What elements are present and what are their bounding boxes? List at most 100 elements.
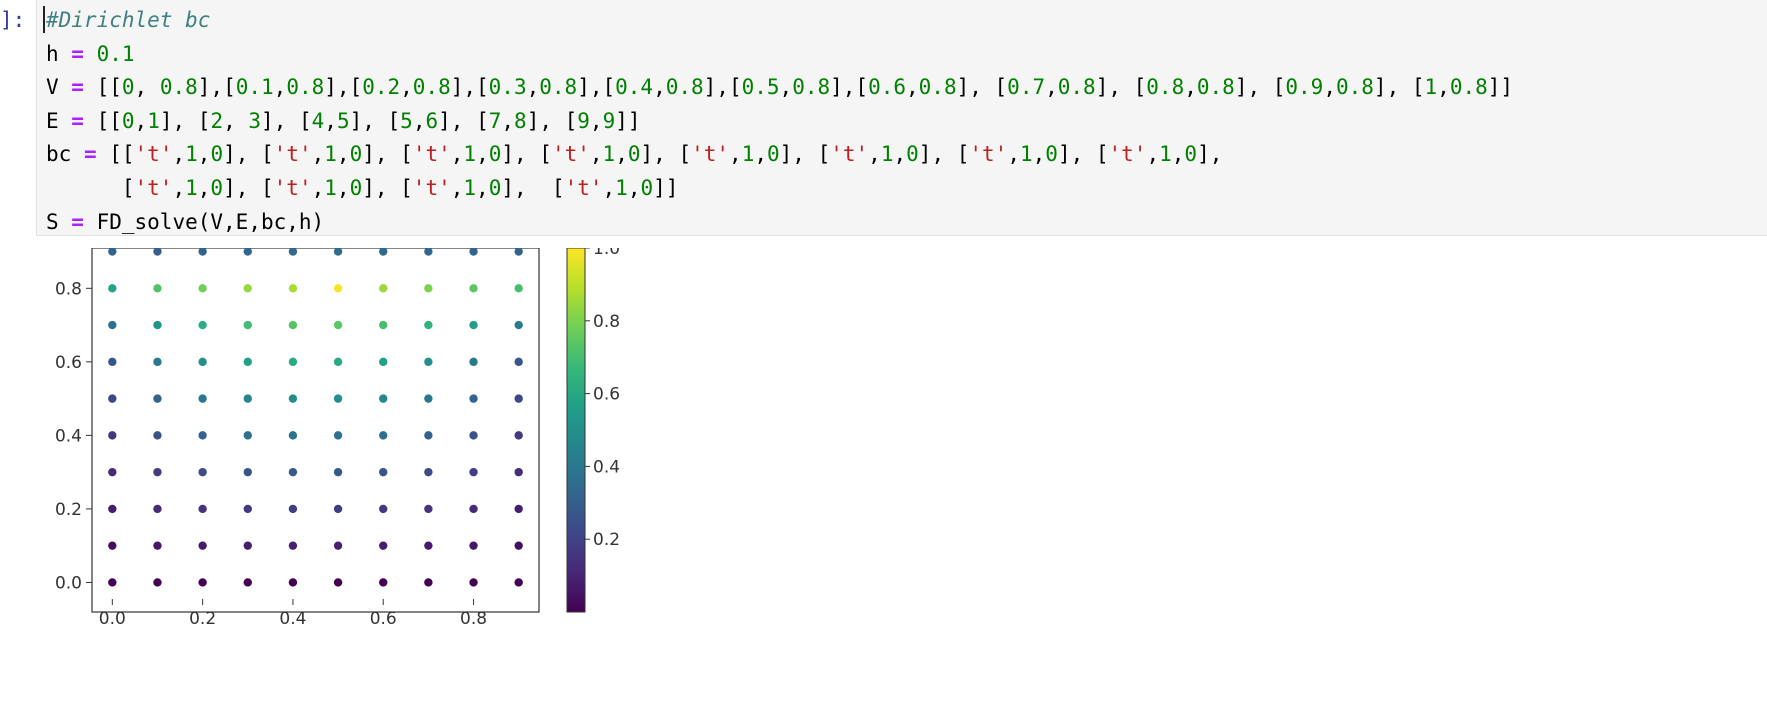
data-point <box>153 467 162 477</box>
code-token: ],[ <box>450 75 489 100</box>
code-token: 0.8 <box>412 75 451 100</box>
data-point <box>469 394 478 403</box>
code-token: 4 <box>311 108 325 133</box>
data-point <box>379 284 388 293</box>
code-token: 2 <box>210 108 224 133</box>
code-token: = <box>71 75 84 100</box>
cell-prompt: ]: <box>0 8 26 32</box>
data-point <box>108 284 117 293</box>
data-point <box>243 357 252 367</box>
code-token: 0.4 <box>615 75 654 100</box>
code-token: 1 <box>185 175 198 200</box>
code-token: 0.8 <box>792 75 831 100</box>
code-token: 1 <box>463 175 477 200</box>
data-point <box>198 320 207 330</box>
data-point <box>424 504 433 514</box>
code-token: , <box>1146 142 1160 167</box>
data-point <box>379 357 388 367</box>
code-token: ], [ <box>1373 75 1425 100</box>
code-token: , <box>1171 142 1185 167</box>
code-token: , <box>1437 75 1450 100</box>
data-point <box>333 578 343 587</box>
code-token: , <box>1032 142 1046 167</box>
code-token: 1 <box>880 142 894 167</box>
code-token: FD_solve(V,E,bc,h) <box>83 209 325 234</box>
code-token: , <box>134 75 160 100</box>
code-token: , <box>450 175 464 200</box>
data-point <box>198 284 207 293</box>
code-token: 1 <box>185 142 198 167</box>
code-token: 0.8 <box>1335 75 1374 100</box>
data-point <box>424 320 433 330</box>
data-point <box>424 357 433 367</box>
colorbar-tick-label: 0.8 <box>593 312 620 332</box>
data-point <box>243 578 252 587</box>
code-line: E = [[0,1], [2, 3], [4,5], [5,6], [7,8],… <box>46 105 1513 139</box>
code-token: ], [ <box>362 175 413 200</box>
code-cell-editor[interactable]: #Dirichlet bc h = 0.1 V = [[0, 0.8],[0.1,0… <box>36 0 1767 236</box>
data-point <box>198 504 207 514</box>
code-token: 0.1 <box>96 41 135 66</box>
code-token: [ <box>46 175 135 200</box>
code-line: bc = [['t',1,0], ['t',1,0], ['t',1,0], [… <box>46 138 1513 172</box>
data-point <box>288 541 298 550</box>
code-token: 1 <box>615 175 628 200</box>
code-token: 0 <box>210 142 224 167</box>
code-token: 0 <box>121 75 135 100</box>
code-token: 0 <box>210 175 224 200</box>
code-token: , <box>1184 75 1197 100</box>
code-token: ], [ <box>349 108 401 133</box>
code-token: , <box>754 142 767 167</box>
data-point <box>243 320 252 330</box>
code-token: 1 <box>147 108 160 133</box>
data-point <box>469 578 478 587</box>
data-point <box>288 431 298 440</box>
code-token: , <box>1323 75 1336 100</box>
code-token: 't' <box>1108 142 1147 167</box>
code-token: , <box>906 75 919 100</box>
code-token: 8 <box>514 108 527 133</box>
code-token: ], [ <box>223 175 274 200</box>
code-token: ], [ <box>956 75 1008 100</box>
code-token: 5 <box>400 108 413 133</box>
code-token: 0 <box>906 142 919 167</box>
data-point <box>469 284 478 293</box>
code-token: 0 <box>349 175 363 200</box>
code-text[interactable]: #Dirichlet bc h = 0.1 V = [[0, 0.8],[0.1,0… <box>46 4 1513 239</box>
code-token: ], [ <box>438 108 489 133</box>
scatter-plot-figure: 0.0 0.2 0.4 0.6 0.8 0.0 0.2 0.4 0.6 0.8 0.2 0.4 0.6 0… <box>55 239 620 629</box>
code-token: 't' <box>551 142 590 167</box>
data-point <box>469 467 478 477</box>
data-point <box>379 394 388 403</box>
code-token: , <box>172 175 186 200</box>
code-token: , <box>526 75 540 100</box>
data-point <box>379 467 388 477</box>
code-token: ], [ <box>223 142 274 167</box>
y-tick-label: 0.8 <box>55 279 82 299</box>
code-token: , <box>273 75 287 100</box>
data-point <box>153 394 162 403</box>
code-token: 0 <box>121 108 135 133</box>
code-token: ], [ <box>779 142 831 167</box>
data-point <box>514 431 523 440</box>
code-token: E <box>46 108 72 133</box>
code-line: h = 0.1 <box>46 38 1513 72</box>
data-point <box>108 578 117 587</box>
code-token: ],[ <box>577 75 616 100</box>
data-point <box>379 578 388 587</box>
data-point <box>514 394 523 403</box>
data-point <box>379 247 388 256</box>
code-token: 0 <box>488 175 502 200</box>
data-point <box>379 541 388 550</box>
code-token: 0.8 <box>665 75 704 100</box>
code-token: 0.9 <box>1285 75 1324 100</box>
data-point <box>288 357 298 367</box>
data-point <box>333 541 343 550</box>
code-line: ['t',1,0], ['t',1,0], ['t',1,0], ['t',1,… <box>46 172 1513 206</box>
code-token: bc <box>46 142 84 167</box>
data-point <box>198 394 207 403</box>
data-point <box>108 467 117 477</box>
code-token: #Dirichlet bc <box>46 8 211 32</box>
code-token: , <box>311 175 325 200</box>
code-token: , <box>615 142 628 167</box>
